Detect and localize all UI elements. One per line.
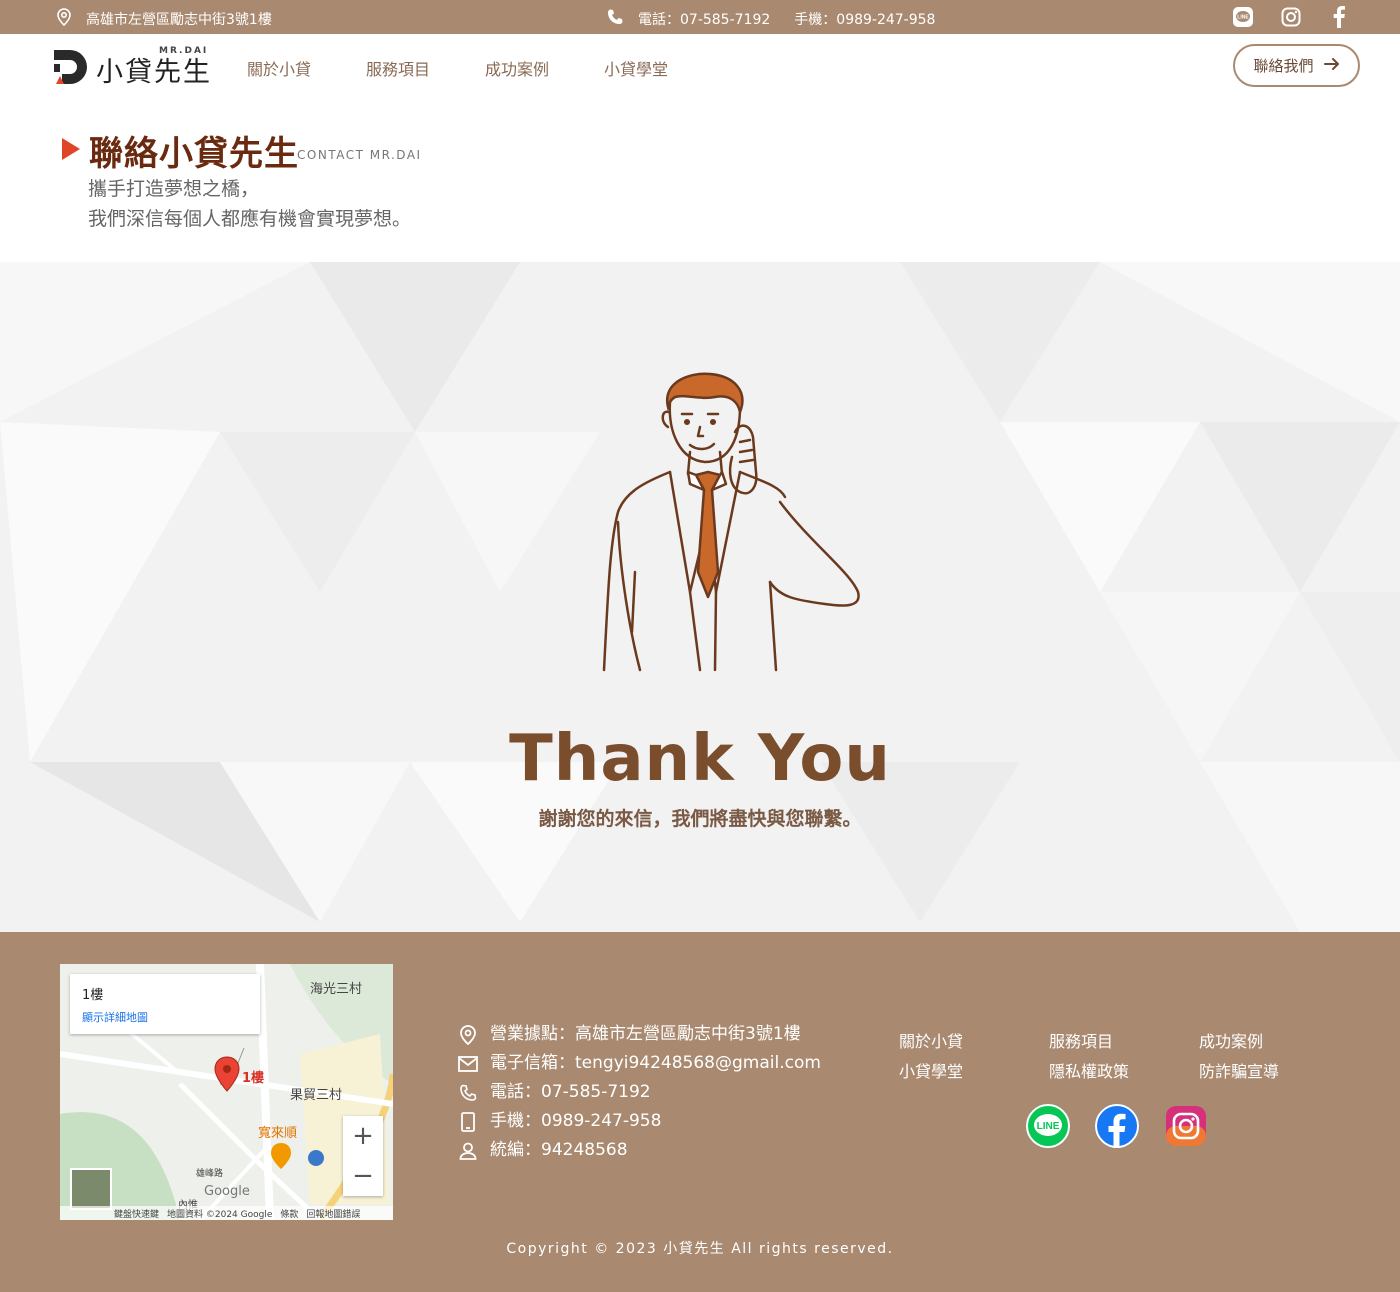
- topbar-social: LINE: [1232, 6, 1350, 28]
- top-bar: 高雄市左營區勵志中街3號1樓 電話：07-585-7192 手機：0989-24…: [0, 0, 1400, 34]
- businessman-on-phone-illustration: [602, 372, 860, 672]
- facebook-icon[interactable]: [1095, 1104, 1139, 1148]
- location-icon: [56, 8, 72, 30]
- footer-links: 關於小貸 服務項目 成功案例 小貸學堂 隱私權政策 防詐騙宣導: [899, 1028, 1349, 1082]
- main-nav: 小貸先生 MR.DAI 關於小貸 服務項目 成功案例 小貸學堂 聯絡我們: [0, 34, 1400, 100]
- logo-en-text: MR.DAI: [159, 46, 209, 56]
- map-terms[interactable]: 條款: [280, 1207, 298, 1220]
- site-logo[interactable]: 小貸先生 MR.DAI: [52, 46, 212, 88]
- map-report-error[interactable]: 回報地圖錯誤: [306, 1207, 360, 1220]
- arrow-right-icon: [1323, 57, 1340, 75]
- zoom-out-button[interactable]: −: [343, 1156, 383, 1196]
- description-line-2: 我們深信每個人都應有機會實現夢想。: [88, 208, 412, 230]
- logo-mark-icon: [54, 50, 87, 84]
- thank-you-title: Thank You: [509, 722, 891, 796]
- map-label-guomao: 果貿三村: [290, 1088, 343, 1103]
- footer-link-anti-fraud[interactable]: 防詐騙宣導: [1199, 1058, 1349, 1082]
- instagram-icon[interactable]: [1164, 1104, 1208, 1148]
- google-map[interactable]: 海光三村 果貿三村 1樓 寬來順 雄峰路 內惟 Google 1樓 顯示詳細地圖…: [60, 964, 393, 1220]
- footer-social: LINE: [1026, 1104, 1208, 1148]
- footer-link-privacy[interactable]: 隱私權政策: [1049, 1058, 1199, 1082]
- footer-mobile[interactable]: 手機：0989-247-958: [490, 1107, 661, 1136]
- footer-contact-info: 營業據點：高雄市左營區勵志中街3號1樓 電子信箱：tengyi94248568@…: [458, 1020, 821, 1165]
- view-larger-map-link[interactable]: 顯示詳細地圖: [82, 1009, 248, 1025]
- satellite-toggle-button[interactable]: [70, 1168, 112, 1210]
- description-line-1: 攜手打造夢想之橋，: [88, 178, 260, 200]
- nav-link-about[interactable]: 關於小貸: [247, 56, 311, 80]
- google-logo: Google: [204, 1184, 250, 1199]
- footer-link-cases[interactable]: 成功案例: [1199, 1028, 1349, 1052]
- person-icon: [458, 1141, 478, 1161]
- footer-phone-row: 電話：07-585-7192: [458, 1078, 821, 1107]
- footer-link-academy[interactable]: 小貸學堂: [899, 1058, 1049, 1082]
- line-icon[interactable]: LINE: [1232, 6, 1254, 28]
- footer-mobile-row: 手機：0989-247-958: [458, 1107, 821, 1136]
- nav-link-services[interactable]: 服務項目: [366, 56, 430, 80]
- map-info-card: 1樓 顯示詳細地圖: [70, 974, 260, 1034]
- zoom-in-button[interactable]: +: [343, 1116, 383, 1156]
- svg-text:LINE: LINE: [1037, 1121, 1060, 1132]
- line-icon[interactable]: LINE: [1026, 1104, 1070, 1148]
- map-label-haiguang: 海光三村: [310, 982, 363, 997]
- map-data-credit: 地圖資料 ©2024 Google: [167, 1209, 273, 1220]
- footer-address-row: 營業據點：高雄市左營區勵志中街3號1樓: [458, 1020, 821, 1049]
- site-footer: 海光三村 果貿三村 1樓 寬來順 雄峰路 內惟 Google 1樓 顯示詳細地圖…: [0, 932, 1400, 1292]
- svg-text:LINE: LINE: [1237, 15, 1249, 21]
- facebook-icon[interactable]: [1328, 6, 1350, 28]
- topbar-address: 高雄市左營區勵志中街3號1樓: [56, 8, 272, 30]
- email-icon: [458, 1054, 478, 1074]
- footer-email-row: 電子信箱：tengyi94248568@gmail.com: [458, 1049, 821, 1078]
- nav-link-cases[interactable]: 成功案例: [485, 56, 549, 80]
- map-keyboard-shortcuts[interactable]: 鍵盤快速鍵: [114, 1207, 159, 1220]
- thank-you-subtitle: 謝謝您的來信，我們將盡快與您聯繫。: [538, 808, 862, 830]
- phone-icon: [606, 8, 624, 30]
- footer-email[interactable]: 電子信箱：tengyi94248568@gmail.com: [490, 1049, 821, 1078]
- nav-link-academy[interactable]: 小貸學堂: [604, 56, 668, 80]
- thank-you-hero: Thank You 謝謝您的來信，我們將盡快與您聯繫。: [0, 262, 1400, 932]
- map-label-restaurant: 寬來順: [258, 1126, 298, 1141]
- page-description: 攜手打造夢想之橋， 我們深信每個人都應有機會實現夢想。: [88, 174, 411, 234]
- copyright: Copyright © 2023 小貸先生 All rights reserve…: [506, 1241, 894, 1257]
- topbar-phone: 電話：07-585-7192 手機：0989-247-958: [606, 8, 935, 30]
- restaurant-pin-icon[interactable]: [270, 1142, 292, 1170]
- topbar-phone-text: 電話：07-585-7192: [638, 12, 771, 28]
- contact-us-label: 聯絡我們: [1253, 57, 1314, 75]
- footer-tax-id: 統編：94248568: [490, 1140, 628, 1160]
- instagram-icon[interactable]: [1280, 6, 1302, 28]
- heading-triangle-icon: [62, 138, 80, 160]
- footer-taxid-row: 統編：94248568: [458, 1136, 821, 1165]
- footer-link-about[interactable]: 關於小貸: [899, 1028, 1049, 1052]
- map-place-name: 1樓: [82, 988, 104, 1003]
- page-title: 聯絡小貸先生: [89, 134, 299, 174]
- location-icon: [458, 1024, 478, 1045]
- page-title-en: CONTACT MR.DAI: [297, 148, 422, 162]
- footer-link-services[interactable]: 服務項目: [1049, 1028, 1199, 1052]
- map-pin-icon[interactable]: [214, 1056, 240, 1092]
- topbar-address-text: 高雄市左營區勵志中街3號1樓: [86, 12, 272, 28]
- topbar-mobile-text: 手機：0989-247-958: [794, 12, 936, 28]
- nav-links: 關於小貸 服務項目 成功案例 小貸學堂: [247, 56, 668, 80]
- footer-address: 營業據點：高雄市左營區勵志中街3號1樓: [490, 1024, 801, 1044]
- map-label-road3: 雄峰路: [196, 1169, 224, 1179]
- map-footer: 鍵盤快速鍵 地圖資料 ©2024 Google 條款 回報地圖錯誤: [60, 1206, 393, 1220]
- map-zoom-controls: + −: [343, 1116, 383, 1196]
- footer-phone[interactable]: 電話：07-585-7192: [490, 1078, 651, 1107]
- phone-icon: [458, 1083, 478, 1103]
- map-label-pin: 1樓: [242, 1071, 265, 1086]
- mobile-icon: [458, 1111, 478, 1132]
- contact-us-button[interactable]: 聯絡我們: [1233, 44, 1360, 87]
